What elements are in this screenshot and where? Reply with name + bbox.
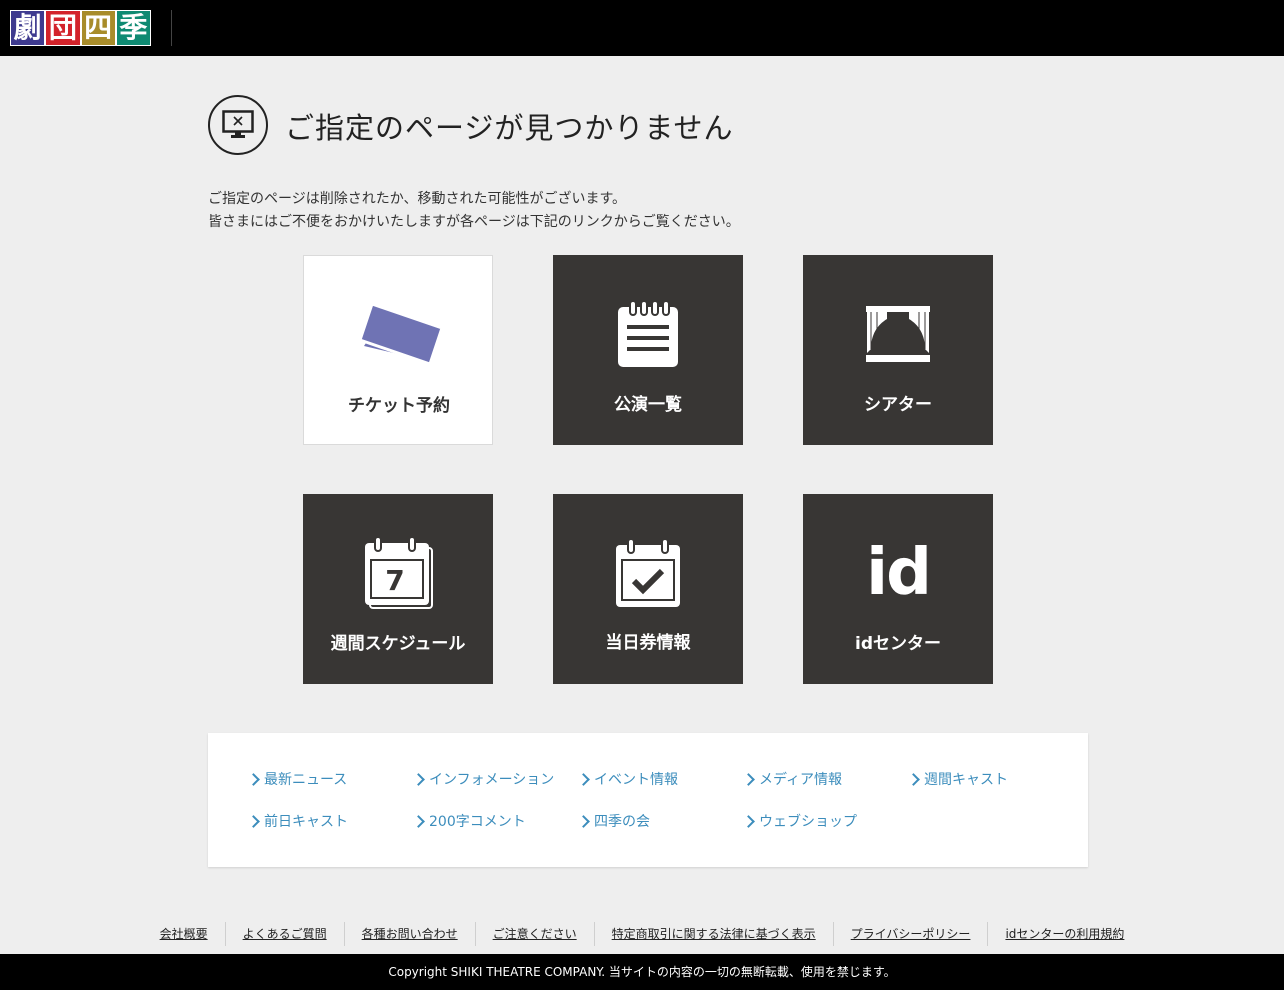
link-shiki-no-kai[interactable]: 四季の会: [577, 811, 650, 831]
tile-label: 週間スケジュール: [330, 634, 466, 654]
tile-label: idセンター: [855, 634, 941, 654]
link-label: 200字コメント: [429, 814, 526, 830]
error-description: ご指定のページは削除されたか、移動された可能性がございます。 皆さまにはご不便を…: [208, 188, 740, 234]
id-icon: id: [803, 494, 993, 624]
footer-link-caution[interactable]: ご注意ください: [476, 922, 594, 946]
chevron-right-icon: [412, 769, 428, 789]
link-label: イベント情報: [594, 772, 678, 788]
tile-same-day-tickets[interactable]: 当日券情報: [553, 494, 743, 684]
chevron-right-icon: [742, 811, 758, 831]
link-media-info[interactable]: メディア情報: [742, 769, 842, 789]
chevron-right-icon: [247, 769, 263, 789]
link-latest-news[interactable]: 最新ニュース: [247, 769, 347, 789]
calendar-check-icon: [553, 494, 743, 624]
link-information[interactable]: インフォメーション: [412, 769, 554, 789]
list-notepad-icon: [553, 255, 743, 385]
weekly-calendar-icon: 7: [303, 494, 493, 624]
tile-ticket-reservation[interactable]: チケット予約: [303, 255, 493, 445]
footer-link-id-terms[interactable]: idセンターの利用規約: [988, 922, 1141, 946]
tile-label: 当日券情報: [605, 633, 691, 653]
link-previous-day-cast[interactable]: 前日キャスト: [247, 811, 348, 831]
header-divider: [171, 10, 172, 46]
link-web-shop[interactable]: ウェブショップ: [742, 811, 857, 831]
link-200-comment[interactable]: 200字コメント: [412, 811, 526, 831]
tile-label: チケット予約: [348, 396, 450, 416]
tile-label: 公演一覧: [614, 395, 682, 415]
footer-link-company[interactable]: 会社概要: [143, 922, 225, 946]
link-label: 四季の会: [594, 814, 650, 830]
chevron-right-icon: [412, 811, 428, 831]
footer-link-faq[interactable]: よくあるご質問: [226, 922, 344, 946]
logo-char: 四: [80, 10, 116, 46]
site-header: 劇 団 四 季: [0, 0, 1284, 56]
chevron-right-icon: [577, 811, 593, 831]
logo-char: 季: [115, 10, 151, 46]
footer-link-commercial-law[interactable]: 特定商取引に関する法律に基づく表示: [595, 922, 833, 946]
theater-curtain-icon: [803, 255, 993, 385]
tile-performance-list[interactable]: 公演一覧: [553, 255, 743, 445]
ticket-icon: [304, 256, 494, 386]
footer-nav: 会社概要 よくあるご質問 各種お問い合わせ ご注意ください 特定商取引に関する法…: [0, 922, 1284, 946]
calendar-day-number: 7: [385, 564, 405, 597]
link-label: ウェブショップ: [759, 814, 857, 830]
chevron-right-icon: [247, 811, 263, 831]
quick-links-panel: 最新ニュース インフォメーション イベント情報 メディア情報 週間キャスト 前日…: [208, 733, 1088, 867]
chevron-right-icon: [907, 769, 923, 789]
tile-weekly-schedule[interactable]: 7 週間スケジュール: [303, 494, 493, 684]
link-event-info[interactable]: イベント情報: [577, 769, 678, 789]
link-weekly-cast[interactable]: 週間キャスト: [907, 769, 1008, 789]
description-line: ご指定のページは削除されたか、移動された可能性がございます。: [208, 191, 627, 207]
copyright-text: Copyright SHIKI THEATRE COMPANY. 当サイトの内容…: [0, 954, 1284, 990]
logo-char: 団: [45, 10, 81, 46]
link-label: 週間キャスト: [924, 772, 1008, 788]
chevron-right-icon: [577, 769, 593, 789]
tile-id-center[interactable]: id idセンター: [803, 494, 993, 684]
tile-label: シアター: [864, 395, 932, 415]
description-line: 皆さまにはご不便をおかけいたしますが各ページは下記のリンクからご覧ください。: [208, 214, 740, 230]
shiki-logo[interactable]: 劇 団 四 季: [10, 10, 151, 46]
footer-link-privacy[interactable]: プライバシーポリシー: [834, 922, 988, 946]
id-glyph: id: [866, 536, 932, 610]
tile-theater[interactable]: シアター: [803, 255, 993, 445]
link-label: 最新ニュース: [264, 772, 348, 788]
monitor-x-icon: [208, 95, 268, 155]
chevron-right-icon: [742, 769, 758, 789]
link-label: インフォメーション: [429, 772, 555, 788]
footer-link-contact[interactable]: 各種お問い合わせ: [345, 922, 475, 946]
logo-char: 劇: [10, 10, 46, 46]
link-label: メディア情報: [759, 772, 843, 788]
page-title: ご指定のページが見つかりません: [285, 111, 734, 145]
link-label: 前日キャスト: [264, 814, 348, 830]
